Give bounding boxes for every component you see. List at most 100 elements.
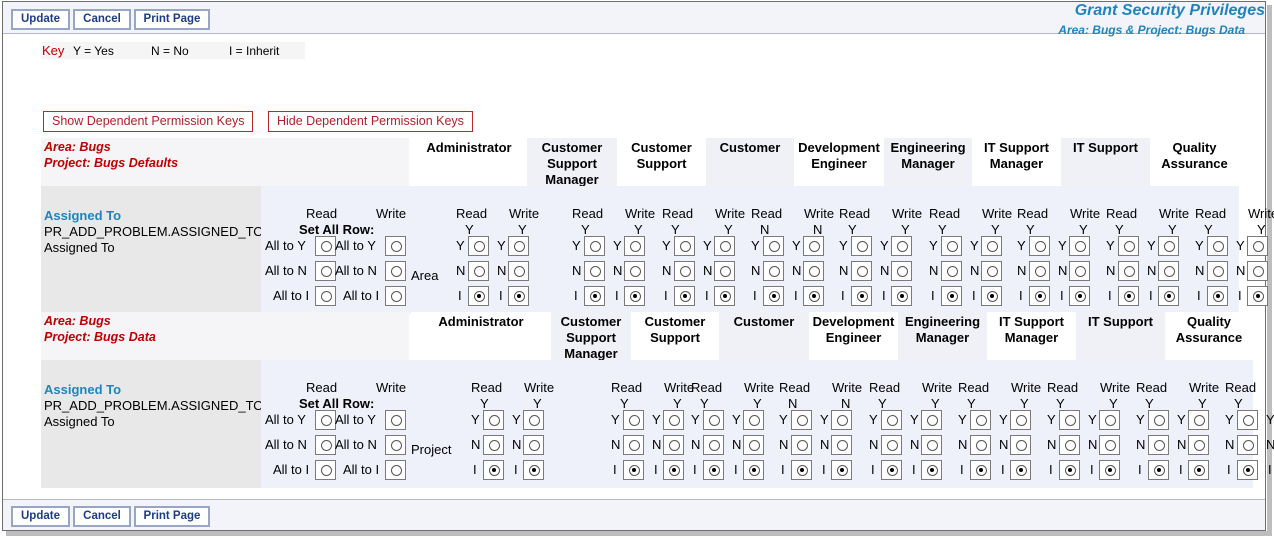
read-option-radio[interactable] [881, 460, 902, 480]
read-option-radio[interactable] [1059, 410, 1080, 430]
set-all-write-all-i-radio[interactable] [385, 460, 406, 480]
write-option-radio[interactable] [624, 261, 645, 281]
set-all-read-all-n-radio[interactable] [315, 435, 336, 455]
read-option-radio[interactable] [674, 236, 695, 256]
write-option-radio[interactable] [663, 410, 684, 430]
write-option-radio[interactable] [523, 410, 544, 430]
write-option-radio[interactable] [1158, 286, 1179, 306]
read-option-radio[interactable] [1237, 460, 1258, 480]
set-all-read-all-n-radio[interactable] [315, 261, 336, 281]
read-option-radio[interactable] [1207, 236, 1228, 256]
write-option-radio[interactable] [803, 236, 824, 256]
read-option-radio[interactable] [1029, 236, 1050, 256]
write-option-radio[interactable] [803, 261, 824, 281]
read-option-radio[interactable] [763, 236, 784, 256]
set-all-read-all-i-radio[interactable] [315, 286, 336, 306]
write-option-radio[interactable] [921, 460, 942, 480]
write-option-radio[interactable] [921, 410, 942, 430]
read-option-radio[interactable] [763, 286, 784, 306]
cancel-button[interactable]: Cancel [73, 9, 131, 30]
set-all-write-all-i-radio[interactable] [385, 286, 406, 306]
write-option-radio[interactable] [743, 410, 764, 430]
write-option-radio[interactable] [743, 460, 764, 480]
read-option-radio[interactable] [1118, 286, 1139, 306]
write-option-radio[interactable] [981, 261, 1002, 281]
read-option-radio[interactable] [1029, 261, 1050, 281]
read-option-radio[interactable] [468, 286, 489, 306]
write-option-radio[interactable] [743, 435, 764, 455]
write-option-radio[interactable] [1010, 410, 1031, 430]
write-option-radio[interactable] [981, 286, 1002, 306]
set-all-read-all-y-radio[interactable] [315, 410, 336, 430]
read-option-radio[interactable] [851, 261, 872, 281]
read-option-radio[interactable] [851, 236, 872, 256]
write-option-radio[interactable] [714, 236, 735, 256]
read-option-radio[interactable] [674, 261, 695, 281]
write-option-radio[interactable] [714, 286, 735, 306]
assigned-to-link[interactable]: Assigned To [44, 208, 121, 223]
read-option-radio[interactable] [941, 261, 962, 281]
read-option-radio[interactable] [584, 236, 605, 256]
write-option-radio[interactable] [981, 236, 1002, 256]
read-option-radio[interactable] [703, 435, 724, 455]
write-option-radio[interactable] [831, 460, 852, 480]
read-option-radio[interactable] [1237, 435, 1258, 455]
read-option-radio[interactable] [483, 435, 504, 455]
write-option-radio[interactable] [1099, 435, 1120, 455]
read-option-radio[interactable] [703, 410, 724, 430]
read-option-radio[interactable] [584, 261, 605, 281]
write-option-radio[interactable] [1069, 286, 1090, 306]
read-option-radio[interactable] [851, 286, 872, 306]
write-option-radio[interactable] [891, 236, 912, 256]
read-option-radio[interactable] [1148, 435, 1169, 455]
assigned-to-link[interactable]: Assigned To [44, 382, 121, 397]
read-option-radio[interactable] [483, 410, 504, 430]
set-all-read-all-y-radio[interactable] [315, 236, 336, 256]
read-option-radio[interactable] [970, 410, 991, 430]
read-option-radio[interactable] [468, 261, 489, 281]
write-option-radio[interactable] [1188, 410, 1209, 430]
write-option-radio[interactable] [1099, 410, 1120, 430]
read-option-radio[interactable] [970, 435, 991, 455]
write-option-radio[interactable] [508, 261, 529, 281]
show-dependent-keys-button[interactable]: Show Dependent Permission Keys [43, 111, 254, 132]
write-option-radio[interactable] [831, 435, 852, 455]
write-option-radio[interactable] [1188, 460, 1209, 480]
write-option-radio[interactable] [831, 410, 852, 430]
read-option-radio[interactable] [703, 460, 724, 480]
read-option-radio[interactable] [674, 286, 695, 306]
write-option-radio[interactable] [891, 261, 912, 281]
write-option-radio[interactable] [1099, 460, 1120, 480]
read-option-radio[interactable] [791, 410, 812, 430]
write-option-radio[interactable] [523, 435, 544, 455]
read-option-radio[interactable] [623, 435, 644, 455]
write-option-radio[interactable] [921, 435, 942, 455]
write-option-radio[interactable] [523, 460, 544, 480]
write-option-radio[interactable] [803, 286, 824, 306]
write-option-radio[interactable] [1158, 236, 1179, 256]
read-option-radio[interactable] [623, 410, 644, 430]
write-option-radio[interactable] [1158, 261, 1179, 281]
write-option-radio[interactable] [1247, 236, 1268, 256]
write-option-radio[interactable] [1188, 435, 1209, 455]
read-option-radio[interactable] [483, 460, 504, 480]
read-option-radio[interactable] [584, 286, 605, 306]
write-option-radio[interactable] [1010, 435, 1031, 455]
read-option-radio[interactable] [623, 460, 644, 480]
read-option-radio[interactable] [1237, 410, 1258, 430]
write-option-radio[interactable] [624, 286, 645, 306]
read-option-radio[interactable] [1029, 286, 1050, 306]
read-option-radio[interactable] [941, 236, 962, 256]
write-option-radio[interactable] [508, 286, 529, 306]
print-page-button[interactable]: Print Page [134, 9, 210, 30]
read-option-radio[interactable] [468, 236, 489, 256]
set-all-write-all-n-radio[interactable] [385, 435, 406, 455]
set-all-read-all-i-radio[interactable] [315, 460, 336, 480]
write-option-radio[interactable] [1010, 460, 1031, 480]
read-option-radio[interactable] [881, 435, 902, 455]
write-option-radio[interactable] [663, 460, 684, 480]
hide-dependent-keys-button[interactable]: Hide Dependent Permission Keys [268, 111, 473, 132]
read-option-radio[interactable] [1148, 460, 1169, 480]
write-option-radio[interactable] [624, 236, 645, 256]
read-option-radio[interactable] [941, 286, 962, 306]
